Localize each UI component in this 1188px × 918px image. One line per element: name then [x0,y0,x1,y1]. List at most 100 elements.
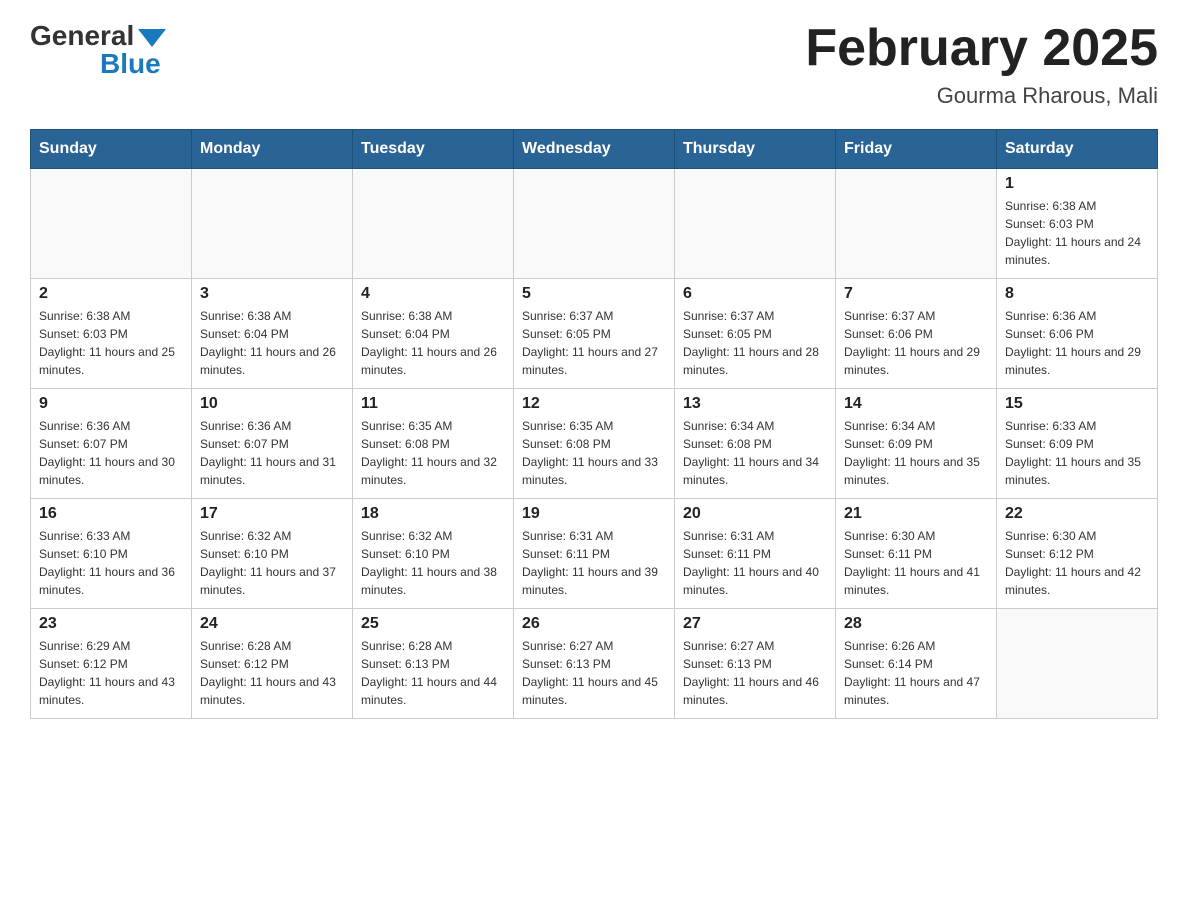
day-number: 13 [683,395,827,413]
day-number: 23 [39,615,183,633]
title-block: February 2025 Gourma Rharous, Mali [805,20,1158,109]
day-number: 16 [39,505,183,523]
table-row: 10 Sunrise: 6:36 AMSunset: 6:07 PMDayligh… [192,389,353,499]
calendar-week-row: 2 Sunrise: 6:38 AMSunset: 6:03 PMDaylight… [31,279,1158,389]
table-row [514,169,675,279]
day-number: 7 [844,285,988,303]
calendar-header-row: Sunday Monday Tuesday Wednesday Thursday… [31,130,1158,169]
day-number: 24 [200,615,344,633]
day-number: 21 [844,505,988,523]
day-info: Sunrise: 6:32 AMSunset: 6:10 PMDaylight:… [361,527,505,599]
table-row: 23Sunrise: 6:29 AMSunset: 6:12 PMDayligh… [31,609,192,719]
table-row: 1 Sunrise: 6:38 AMSunset: 6:03 PMDaylight… [997,169,1158,279]
day-info: Sunrise: 6:26 AMSunset: 6:14 PMDaylight:… [844,637,988,709]
day-info: Sunrise: 6:35 AMSunset: 6:08 PMDaylight:… [361,417,505,489]
header: General Blue February 2025 Gourma Rharou… [30,20,1158,109]
col-monday: Monday [192,130,353,169]
day-number: 10 [200,395,344,413]
day-info: Sunrise: 6:34 AMSunset: 6:08 PMDaylight:… [683,417,827,489]
col-wednesday: Wednesday [514,130,675,169]
day-number: 12 [522,395,666,413]
logo-blue-text: Blue [100,48,161,80]
day-info: Sunrise: 6:27 AMSunset: 6:13 PMDaylight:… [683,637,827,709]
day-info: Sunrise: 6:28 AMSunset: 6:13 PMDaylight:… [361,637,505,709]
day-number: 5 [522,285,666,303]
day-info: Sunrise: 6:33 AMSunset: 6:09 PMDaylight:… [1005,417,1149,489]
day-number: 9 [39,395,183,413]
table-row [675,169,836,279]
day-info: Sunrise: 6:37 AMSunset: 6:05 PMDaylight:… [683,307,827,379]
table-row: 3 Sunrise: 6:38 AMSunset: 6:04 PMDaylight… [192,279,353,389]
day-number: 25 [361,615,505,633]
table-row: 28 Sunrise: 6:26 AMSunset: 6:14 PMDayligh… [836,609,997,719]
day-info: Sunrise: 6:38 AMSunset: 6:04 PMDaylight:… [200,307,344,379]
logo-arrow-icon [138,29,166,47]
table-row: 8 Sunrise: 6:36 AMSunset: 6:06 PMDaylight… [997,279,1158,389]
day-number: 3 [200,285,344,303]
table-row [192,169,353,279]
col-friday: Friday [836,130,997,169]
day-info: Sunrise: 6:36 AMSunset: 6:07 PMDaylight:… [39,417,183,489]
day-info: Sunrise: 6:28 AMSunset: 6:12 PMDaylight:… [200,637,344,709]
table-row: 4Sunrise: 6:38 AMSunset: 6:04 PMDaylight… [353,279,514,389]
table-row: 19 Sunrise: 6:31 AMSunset: 6:11 PMDayligh… [514,499,675,609]
day-info: Sunrise: 6:31 AMSunset: 6:11 PMDaylight:… [683,527,827,599]
day-number: 2 [39,285,183,303]
table-row: 20Sunrise: 6:31 AMSunset: 6:11 PMDayligh… [675,499,836,609]
day-info: Sunrise: 6:37 AMSunset: 6:06 PMDaylight:… [844,307,988,379]
day-number: 8 [1005,285,1149,303]
day-number: 15 [1005,395,1149,413]
table-row: 24 Sunrise: 6:28 AMSunset: 6:12 PMDayligh… [192,609,353,719]
day-info: Sunrise: 6:31 AMSunset: 6:11 PMDaylight:… [522,527,666,599]
day-info: Sunrise: 6:37 AMSunset: 6:05 PMDaylight:… [522,307,666,379]
day-info: Sunrise: 6:36 AMSunset: 6:06 PMDaylight:… [1005,307,1149,379]
day-info: Sunrise: 6:36 AMSunset: 6:07 PMDaylight:… [200,417,344,489]
table-row: 22 Sunrise: 6:30 AMSunset: 6:12 PMDayligh… [997,499,1158,609]
calendar-week-row: 9 Sunrise: 6:36 AMSunset: 6:07 PMDaylight… [31,389,1158,499]
day-info: Sunrise: 6:38 AMSunset: 6:03 PMDaylight:… [39,307,183,379]
col-sunday: Sunday [31,130,192,169]
table-row: 16Sunrise: 6:33 AMSunset: 6:10 PMDayligh… [31,499,192,609]
day-info: Sunrise: 6:27 AMSunset: 6:13 PMDaylight:… [522,637,666,709]
table-row: 5 Sunrise: 6:37 AMSunset: 6:05 PMDaylight… [514,279,675,389]
day-number: 11 [361,395,505,413]
page-title: February 2025 [805,20,1158,77]
day-number: 6 [683,285,827,303]
table-row: 18Sunrise: 6:32 AMSunset: 6:10 PMDayligh… [353,499,514,609]
logo: General Blue [30,20,166,80]
day-number: 19 [522,505,666,523]
col-thursday: Thursday [675,130,836,169]
day-number: 14 [844,395,988,413]
table-row: 11 Sunrise: 6:35 AMSunset: 6:08 PMDayligh… [353,389,514,499]
table-row [997,609,1158,719]
day-info: Sunrise: 6:35 AMSunset: 6:08 PMDaylight:… [522,417,666,489]
table-row: 2 Sunrise: 6:38 AMSunset: 6:03 PMDaylight… [31,279,192,389]
day-number: 17 [200,505,344,523]
col-tuesday: Tuesday [353,130,514,169]
calendar-week-row: 23Sunrise: 6:29 AMSunset: 6:12 PMDayligh… [31,609,1158,719]
table-row [31,169,192,279]
day-info: Sunrise: 6:38 AMSunset: 6:04 PMDaylight:… [361,307,505,379]
col-saturday: Saturday [997,130,1158,169]
day-info: Sunrise: 6:30 AMSunset: 6:11 PMDaylight:… [844,527,988,599]
day-number: 28 [844,615,988,633]
table-row [836,169,997,279]
table-row: 9 Sunrise: 6:36 AMSunset: 6:07 PMDaylight… [31,389,192,499]
table-row: 7 Sunrise: 6:37 AMSunset: 6:06 PMDaylight… [836,279,997,389]
day-number: 22 [1005,505,1149,523]
page-subtitle: Gourma Rharous, Mali [805,83,1158,109]
day-number: 27 [683,615,827,633]
table-row: 12 Sunrise: 6:35 AMSunset: 6:08 PMDayligh… [514,389,675,499]
table-row: 14 Sunrise: 6:34 AMSunset: 6:09 PMDayligh… [836,389,997,499]
day-number: 26 [522,615,666,633]
day-info: Sunrise: 6:32 AMSunset: 6:10 PMDaylight:… [200,527,344,599]
day-info: Sunrise: 6:30 AMSunset: 6:12 PMDaylight:… [1005,527,1149,599]
day-number: 1 [1005,175,1149,193]
table-row: 25 Sunrise: 6:28 AMSunset: 6:13 PMDayligh… [353,609,514,719]
table-row: 27 Sunrise: 6:27 AMSunset: 6:13 PMDayligh… [675,609,836,719]
calendar-week-row: 16Sunrise: 6:33 AMSunset: 6:10 PMDayligh… [31,499,1158,609]
day-info: Sunrise: 6:34 AMSunset: 6:09 PMDaylight:… [844,417,988,489]
day-info: Sunrise: 6:38 AMSunset: 6:03 PMDaylight:… [1005,197,1149,269]
table-row: 13 Sunrise: 6:34 AMSunset: 6:08 PMDayligh… [675,389,836,499]
table-row: 26 Sunrise: 6:27 AMSunset: 6:13 PMDayligh… [514,609,675,719]
